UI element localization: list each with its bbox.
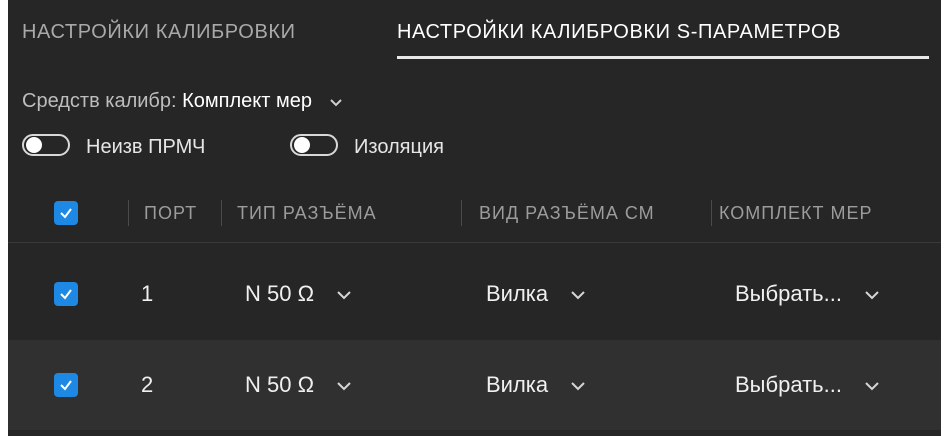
connector-kind-value: Вилка (486, 372, 549, 397)
kit-value: Выбрать... (735, 372, 842, 397)
connector-type-dropdown[interactable]: N 50 Ω (245, 249, 354, 339)
connector-type-value: N 50 Ω (245, 281, 315, 306)
unknown-thru-toggle[interactable] (22, 134, 70, 156)
kit-dropdown[interactable]: Выбрать... (735, 340, 882, 430)
column-separator (461, 200, 462, 226)
toggle-knob (26, 137, 42, 153)
connector-type-dropdown[interactable]: N 50 Ω (245, 340, 354, 430)
column-header-connector-kind: ВИД РАЗЪЁМА СМ (479, 203, 655, 223)
port-number: 2 (141, 372, 154, 397)
chevron-down-icon (865, 382, 879, 391)
chevron-down-icon (865, 291, 879, 300)
chevron-down-icon (337, 291, 351, 300)
calibration-means-label: Средств калибр: (22, 90, 177, 112)
column-separator (221, 200, 222, 226)
calibration-means-dropdown[interactable]: Комплект мер (182, 90, 345, 112)
connector-type-value: N 50 Ω (245, 372, 315, 397)
connector-kind-value: Вилка (486, 281, 549, 306)
isolation-toggle[interactable] (290, 134, 338, 156)
isolation-label: Изоляция (354, 136, 444, 158)
row-checkbox[interactable] (54, 282, 78, 306)
chevron-down-icon (571, 291, 585, 300)
connector-kind-dropdown[interactable]: Вилка (486, 340, 588, 430)
connector-kind-dropdown[interactable]: Вилка (486, 249, 588, 339)
chevron-down-icon (329, 99, 342, 107)
chevron-down-icon (337, 382, 351, 391)
chevron-down-icon (571, 382, 585, 391)
kit-dropdown[interactable]: Выбрать... (735, 249, 882, 339)
column-header-port: ПОРТ (144, 203, 198, 223)
column-header-connector-type: ТИП РАЗЪЁМА (237, 203, 377, 223)
tab-calibration-settings[interactable]: НАСТРОЙКИ КАЛИБРОВКИ (22, 0, 296, 62)
kit-value: Выбрать... (735, 281, 842, 306)
column-separator (711, 200, 712, 226)
toggle-knob (294, 137, 310, 153)
active-tab-indicator (397, 56, 929, 59)
port-number: 1 (141, 281, 154, 306)
row-checkbox[interactable] (54, 373, 78, 397)
check-icon (60, 208, 72, 219)
calibration-panel: НАСТРОЙКИ КАЛИБРОВКИ НАСТРОЙКИ КАЛИБРОВК… (8, 0, 941, 436)
check-icon (60, 380, 72, 391)
table-row: 1 N 50 Ω Вилка Выбрать... (8, 249, 941, 339)
unknown-thru-label: Неизв ПРМЧ (86, 136, 206, 158)
calibration-means-value: Комплект мер (182, 90, 312, 112)
column-header-kit: КОМПЛЕКТ МЕР (719, 203, 873, 223)
check-icon (60, 289, 72, 300)
tab-bar: НАСТРОЙКИ КАЛИБРОВКИ НАСТРОЙКИ КАЛИБРОВК… (8, 0, 941, 62)
table-row: 2 N 50 Ω Вилка Выбрать... (8, 340, 941, 430)
column-separator (128, 200, 129, 226)
select-all-checkbox[interactable] (54, 201, 78, 225)
tab-s-parameter-calibration-settings[interactable]: НАСТРОЙКИ КАЛИБРОВКИ S-ПАРАМЕТРОВ (397, 0, 841, 62)
table-header: ПОРТ ТИП РАЗЪЁМА ВИД РАЗЪЁМА СМ КОМПЛЕКТ… (8, 184, 941, 243)
calibration-means-row: Средств калибр: Комплект мер (22, 84, 346, 118)
